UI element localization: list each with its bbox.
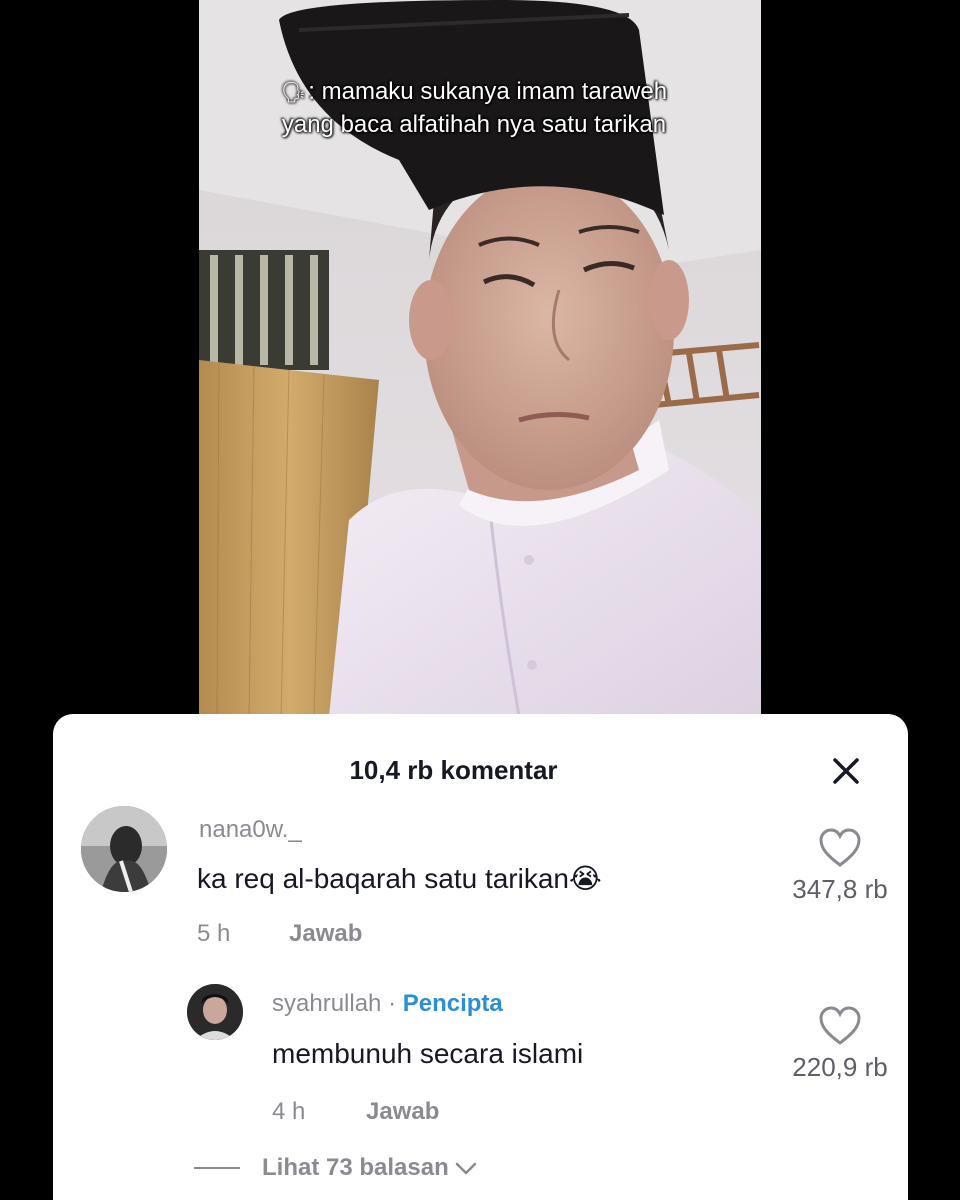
avatar-image [187, 984, 243, 1040]
caption-text: : mamaku sukanya imam taraweh yang baca … [281, 78, 668, 138]
creator-badge: Pencipta [402, 990, 503, 1017]
comments-panel: 10,4 rb komentar nana0w._ ka req al-baqa… [53, 714, 908, 1200]
close-button[interactable] [829, 754, 863, 788]
crying-face-icon: 😭 [569, 863, 602, 894]
separator: · [381, 990, 403, 1017]
close-icon [833, 758, 859, 784]
comment-username[interactable]: nana0w._ [199, 816, 302, 844]
reply-text: membunuh secara islami [272, 1038, 584, 1069]
avatar-image [81, 806, 167, 892]
comment-body: ka req al-baqarah satu tarikan [197, 863, 569, 894]
divider-line [194, 1167, 240, 1169]
heart-icon [819, 828, 861, 867]
video-caption: 🗣: mamaku sukanya imam taraweh yang baca… [269, 76, 679, 140]
like-button[interactable]: 220,9 rb [790, 1006, 890, 1122]
heart-icon [819, 1006, 861, 1045]
avatar[interactable] [81, 806, 167, 892]
video-frame[interactable]: 🗣: mamaku sukanya imam taraweh yang baca… [199, 0, 761, 716]
reply-author[interactable]: syahrullah [272, 990, 381, 1017]
reply-button[interactable]: Jawab [289, 920, 362, 948]
like-button[interactable]: 347,8 rb [790, 828, 890, 944]
reply-username[interactable]: syahrullah · Pencipta [272, 990, 503, 1018]
comment-time: 5 h [197, 920, 231, 947]
like-count: 347,8 rb [792, 874, 888, 904]
reply-time: 4 h [272, 1098, 306, 1125]
like-count: 220,9 rb [792, 1052, 888, 1082]
avatar[interactable] [187, 984, 243, 1040]
view-replies-button[interactable]: Lihat 73 balasan [194, 1154, 479, 1182]
view-replies-label: Lihat 73 balasan [262, 1154, 449, 1181]
reply-button[interactable]: Jawab [366, 1098, 439, 1126]
chevron-down-icon [455, 1162, 476, 1175]
speaking-head-icon: 🗣 [280, 82, 307, 104]
comment-text: ka req al-baqarah satu tarikan😭 [197, 862, 602, 895]
comments-count-title: 10,4 rb komentar [349, 755, 558, 785]
